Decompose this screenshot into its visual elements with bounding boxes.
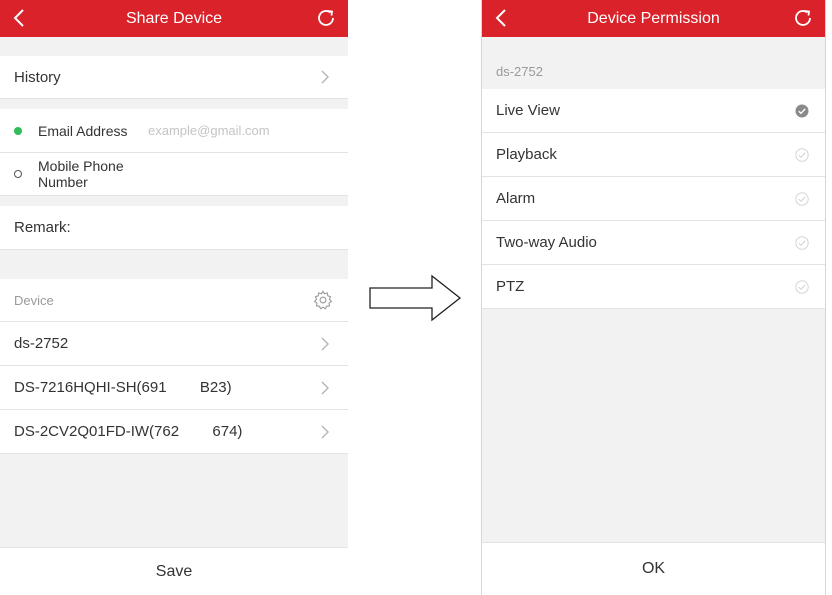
remark-row[interactable]: Remark: <box>0 206 348 250</box>
back-icon[interactable] <box>8 6 32 30</box>
chevron-right-icon <box>321 425 329 438</box>
permission-label: PTZ <box>496 278 525 295</box>
device-section-header: Device <box>0 279 348 322</box>
history-label: History <box>14 68 61 86</box>
check-circle-icon[interactable] <box>795 147 809 162</box>
page-title: Share Device <box>125 10 223 27</box>
device-item[interactable]: DS-2CV2Q01FD-IW(762 674) <box>0 410 348 454</box>
chevron-right-icon <box>321 70 329 84</box>
chevron-right-icon <box>321 337 329 350</box>
check-circle-icon[interactable] <box>795 104 809 118</box>
share-device-screen: Share Device History Email Address Mobil… <box>0 0 348 595</box>
email-radio[interactable] <box>14 126 22 135</box>
check-circle-icon[interactable] <box>795 279 809 294</box>
chevron-right-icon <box>321 381 329 394</box>
device-item[interactable]: DS-7216HQHI-SH(691 B23) <box>0 366 348 410</box>
device-section-label: Device <box>14 292 54 308</box>
history-row[interactable]: History <box>0 56 348 99</box>
permission-item[interactable]: PTZ <box>482 265 825 309</box>
email-option-row[interactable]: Email Address <box>0 109 348 153</box>
check-circle-icon[interactable] <box>795 191 809 206</box>
device-name-header: ds-2752 <box>496 64 543 79</box>
page-title: Device Permission <box>587 10 720 27</box>
permission-label: Alarm <box>496 190 536 207</box>
permission-label: Playback <box>496 146 557 163</box>
ok-button[interactable]: OK <box>482 542 825 595</box>
back-icon[interactable] <box>490 6 514 30</box>
permission-item[interactable]: Two-way Audio <box>482 221 825 265</box>
right-arrow-icon <box>369 274 462 322</box>
gear-icon[interactable] <box>312 289 334 311</box>
device-name: ds-2752 <box>14 335 69 352</box>
email-option-label: Email Address <box>38 122 128 139</box>
permission-item[interactable]: Alarm <box>482 177 825 221</box>
phone-radio[interactable] <box>14 170 22 178</box>
permission-label: Live View <box>496 102 560 119</box>
phone-option-row[interactable]: Mobile Phone Number <box>0 153 348 196</box>
permission-label: Two-way Audio <box>496 234 597 251</box>
device-item[interactable]: ds-2752 <box>0 322 348 366</box>
permission-list: Live View Playback Alarm Two-way Audio P… <box>482 89 825 309</box>
device-name: DS-7216HQHI-SH(691 B23) <box>14 379 232 396</box>
device-name: DS-2CV2Q01FD-IW(762 674) <box>14 423 243 440</box>
check-circle-icon[interactable] <box>795 235 809 250</box>
refresh-icon[interactable] <box>314 6 338 30</box>
permission-item[interactable]: Live View <box>482 89 825 133</box>
refresh-icon[interactable] <box>791 6 815 30</box>
permission-item[interactable]: Playback <box>482 133 825 177</box>
email-input[interactable] <box>140 109 338 152</box>
phone-option-label: Mobile Phone Number <box>38 158 124 190</box>
save-button[interactable]: Save <box>0 547 348 595</box>
device-permission-titlebar: Device Permission <box>482 0 825 37</box>
share-device-titlebar: Share Device <box>0 0 348 37</box>
remark-label: Remark: <box>14 219 71 236</box>
device-permission-screen: Device Permission ds-2752 Live View Play… <box>481 0 826 595</box>
